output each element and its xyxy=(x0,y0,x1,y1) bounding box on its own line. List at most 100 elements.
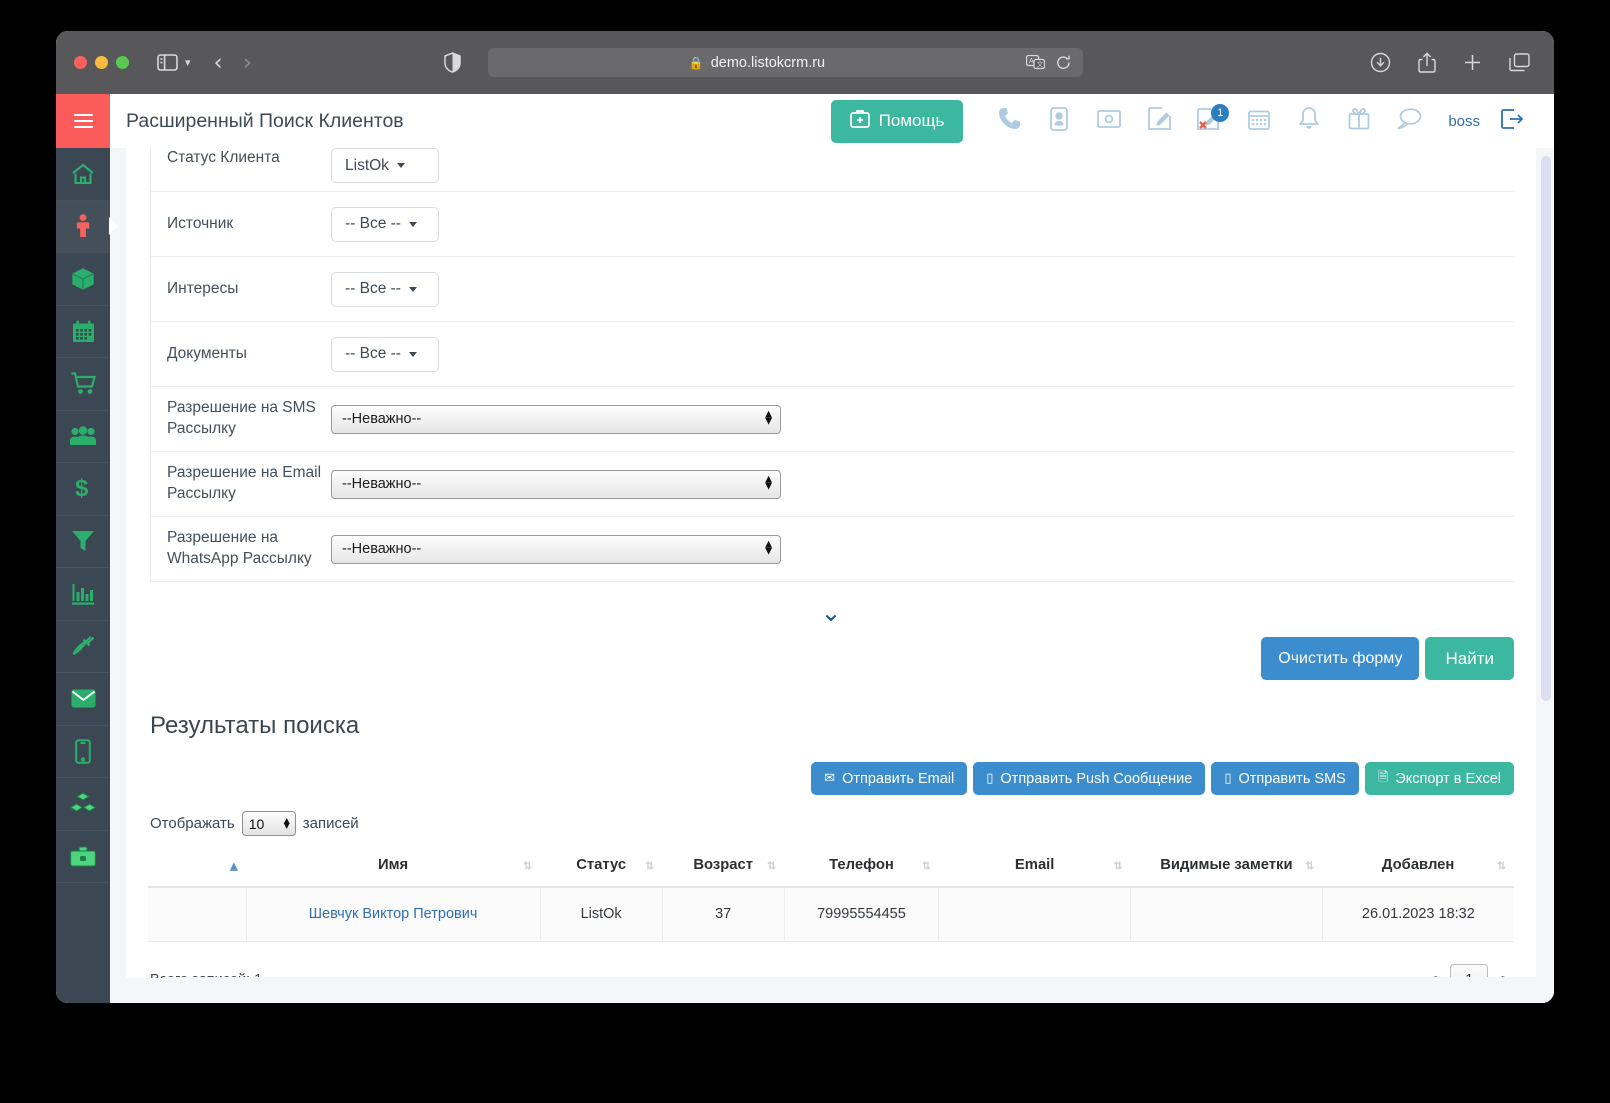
chevron-down-icon xyxy=(408,221,417,227)
header-icon-notifications[interactable] xyxy=(1284,107,1334,135)
column-header-select[interactable]: ▲ xyxy=(148,846,247,888)
sidebar-toggle-icon[interactable] xyxy=(157,54,178,71)
page-length-select[interactable]: 10 ▲ ▼ xyxy=(241,811,296,836)
send-push-label: Отправить Push Сообщение xyxy=(1000,770,1193,787)
url-text: demo.listokcrm.ru xyxy=(710,54,826,71)
interests-value: -- Все -- xyxy=(345,280,401,297)
cell-phone: 79995554455 xyxy=(784,887,940,942)
column-header-email[interactable]: Email ⇅ xyxy=(938,846,1131,888)
length-prefix-label: Отображать xyxy=(150,815,235,832)
help-button[interactable]: Помощь xyxy=(830,99,964,143)
home-icon xyxy=(71,163,95,185)
column-header-added[interactable]: Добавлен ⇅ xyxy=(1322,846,1514,888)
sidebar-item-orders[interactable] xyxy=(56,358,110,411)
table-footer: Всего записей: 1 < 1 > xyxy=(148,942,1514,978)
column-header-status[interactable]: Статус ⇅ xyxy=(540,846,663,888)
sidebar-item-products[interactable] xyxy=(56,253,110,306)
pagination-page-1[interactable]: 1 xyxy=(1450,963,1489,978)
chevron-down-icon[interactable]: ▾ xyxy=(185,56,191,69)
whatsapp-permission-select[interactable]: --Неважно-- ▲ ▼ xyxy=(331,534,781,564)
sidebar-item-integrations[interactable] xyxy=(56,621,110,673)
chevron-down-icon[interactable]: ⌄ xyxy=(821,600,842,625)
shield-icon[interactable] xyxy=(444,52,461,73)
translate-icon[interactable]: А 文 xyxy=(1025,55,1045,70)
url-display: 🔒 demo.listokcrm.ru xyxy=(488,55,1026,71)
calendar-icon xyxy=(72,320,95,343)
header-icon-gifts[interactable] xyxy=(1334,107,1384,135)
column-header-name[interactable]: Имя ⇅ xyxy=(246,846,541,888)
sidebar-item-briefcase[interactable] xyxy=(56,831,110,883)
tab-overview-icon[interactable] xyxy=(1509,53,1530,72)
sort-icon: ⇅ xyxy=(522,859,533,873)
main-sidebar: $ xyxy=(56,94,110,1003)
header-icon-phone[interactable] xyxy=(984,107,1034,135)
hamburger-menu-icon[interactable] xyxy=(56,94,110,148)
logout-icon xyxy=(1501,108,1524,134)
documents-value: -- Все -- xyxy=(345,345,401,362)
sidebar-item-clients[interactable] xyxy=(56,200,110,253)
header-icon-chat[interactable] xyxy=(1384,107,1434,135)
send-sms-button[interactable]: ▯ Отправить SMS xyxy=(1211,762,1359,795)
send-email-button[interactable]: ✉ Отправить Email xyxy=(811,762,968,795)
envelope-icon: ✉ xyxy=(824,771,836,786)
cell-select[interactable] xyxy=(148,887,247,942)
share-icon[interactable] xyxy=(1418,52,1436,73)
sidebar-item-groups[interactable] xyxy=(56,411,110,463)
sidebar-item-sms[interactable] xyxy=(56,726,110,778)
sidebar-item-home[interactable] xyxy=(56,148,110,201)
person-icon xyxy=(73,214,93,238)
chat-icon xyxy=(1397,107,1422,135)
column-header-notes[interactable]: Видимые заметки ⇅ xyxy=(1130,846,1323,888)
header-icon-money[interactable] xyxy=(1084,109,1134,134)
client-name-link[interactable]: Шевчук Виктор Петрович xyxy=(309,906,478,922)
send-email-label: Отправить Email xyxy=(842,770,955,787)
close-window-button[interactable] xyxy=(74,56,87,69)
page-bottom-spacer xyxy=(164,977,1554,1003)
client-status-dropdown[interactable]: ListOk xyxy=(331,148,439,183)
logout-button[interactable] xyxy=(1492,108,1532,134)
browser-forward-button[interactable]: › xyxy=(243,50,252,76)
cell-notes xyxy=(1130,887,1323,942)
maximize-window-button[interactable] xyxy=(116,56,129,69)
send-push-button[interactable]: ▯ Отправить Push Сообщение xyxy=(973,762,1206,795)
header-icon-calendar[interactable] xyxy=(1234,108,1284,135)
form-label-source: Источник xyxy=(167,214,234,232)
cell-status: ListOk xyxy=(540,887,663,942)
lock-icon: 🔒 xyxy=(688,55,704,70)
find-button[interactable]: Найти xyxy=(1425,637,1514,680)
chevron-down-icon xyxy=(396,163,405,168)
address-bar[interactable]: 🔒 demo.listokcrm.ru А 文 xyxy=(487,48,1083,77)
header-icon-contacts[interactable] xyxy=(1034,106,1084,136)
browser-toolbar-right xyxy=(1370,52,1536,73)
user-menu[interactable]: boss xyxy=(1434,113,1492,130)
minimize-window-button[interactable] xyxy=(95,56,108,69)
sidebar-item-email[interactable] xyxy=(56,673,110,726)
sidebar-item-blocks[interactable] xyxy=(56,778,110,831)
header-icon-notes[interactable] xyxy=(1134,107,1184,135)
scrollbar-thumb[interactable] xyxy=(1541,156,1551,701)
browser-back-button[interactable]: ‹ xyxy=(214,50,223,76)
table-row[interactable]: Шевчук Виктор Петрович ListOk 37 7999555… xyxy=(148,887,1514,942)
sms-permission-select[interactable]: --Неважно-- ▲ ▼ xyxy=(331,404,781,434)
form-row-source: Источник -- Все -- xyxy=(151,192,1514,257)
content-scrollbar[interactable] xyxy=(1540,148,1552,1003)
clear-form-button[interactable]: Очистить форму xyxy=(1261,637,1420,680)
column-header-phone[interactable]: Телефон ⇅ xyxy=(784,846,939,888)
export-excel-button[interactable]: 🗎 Экспорт в Excel xyxy=(1364,762,1514,795)
plus-icon[interactable] xyxy=(1463,53,1482,72)
documents-dropdown[interactable]: -- Все -- xyxy=(331,336,439,372)
page-length-value: 10 xyxy=(248,815,265,832)
download-icon[interactable] xyxy=(1370,52,1391,73)
crm-application: $ Расширенный Поиск Клиентов Помощь 1 bo… xyxy=(56,94,1554,1003)
sidebar-item-reports[interactable] xyxy=(56,568,110,621)
email-permission-select[interactable]: --Неважно-- ▲ ▼ xyxy=(331,469,781,499)
column-header-age[interactable]: Возраст ⇅ xyxy=(662,846,785,888)
sidebar-item-funnel[interactable] xyxy=(56,516,110,568)
header-icon-tasks[interactable]: 1 xyxy=(1184,103,1234,136)
reload-icon[interactable] xyxy=(1056,55,1071,71)
source-dropdown[interactable]: -- Все -- xyxy=(331,206,439,242)
sidebar-item-finance[interactable]: $ xyxy=(56,463,110,516)
interests-dropdown[interactable]: -- Все -- xyxy=(331,271,439,307)
chevron-down-icon xyxy=(408,351,417,357)
sidebar-item-calendar[interactable] xyxy=(56,306,110,358)
